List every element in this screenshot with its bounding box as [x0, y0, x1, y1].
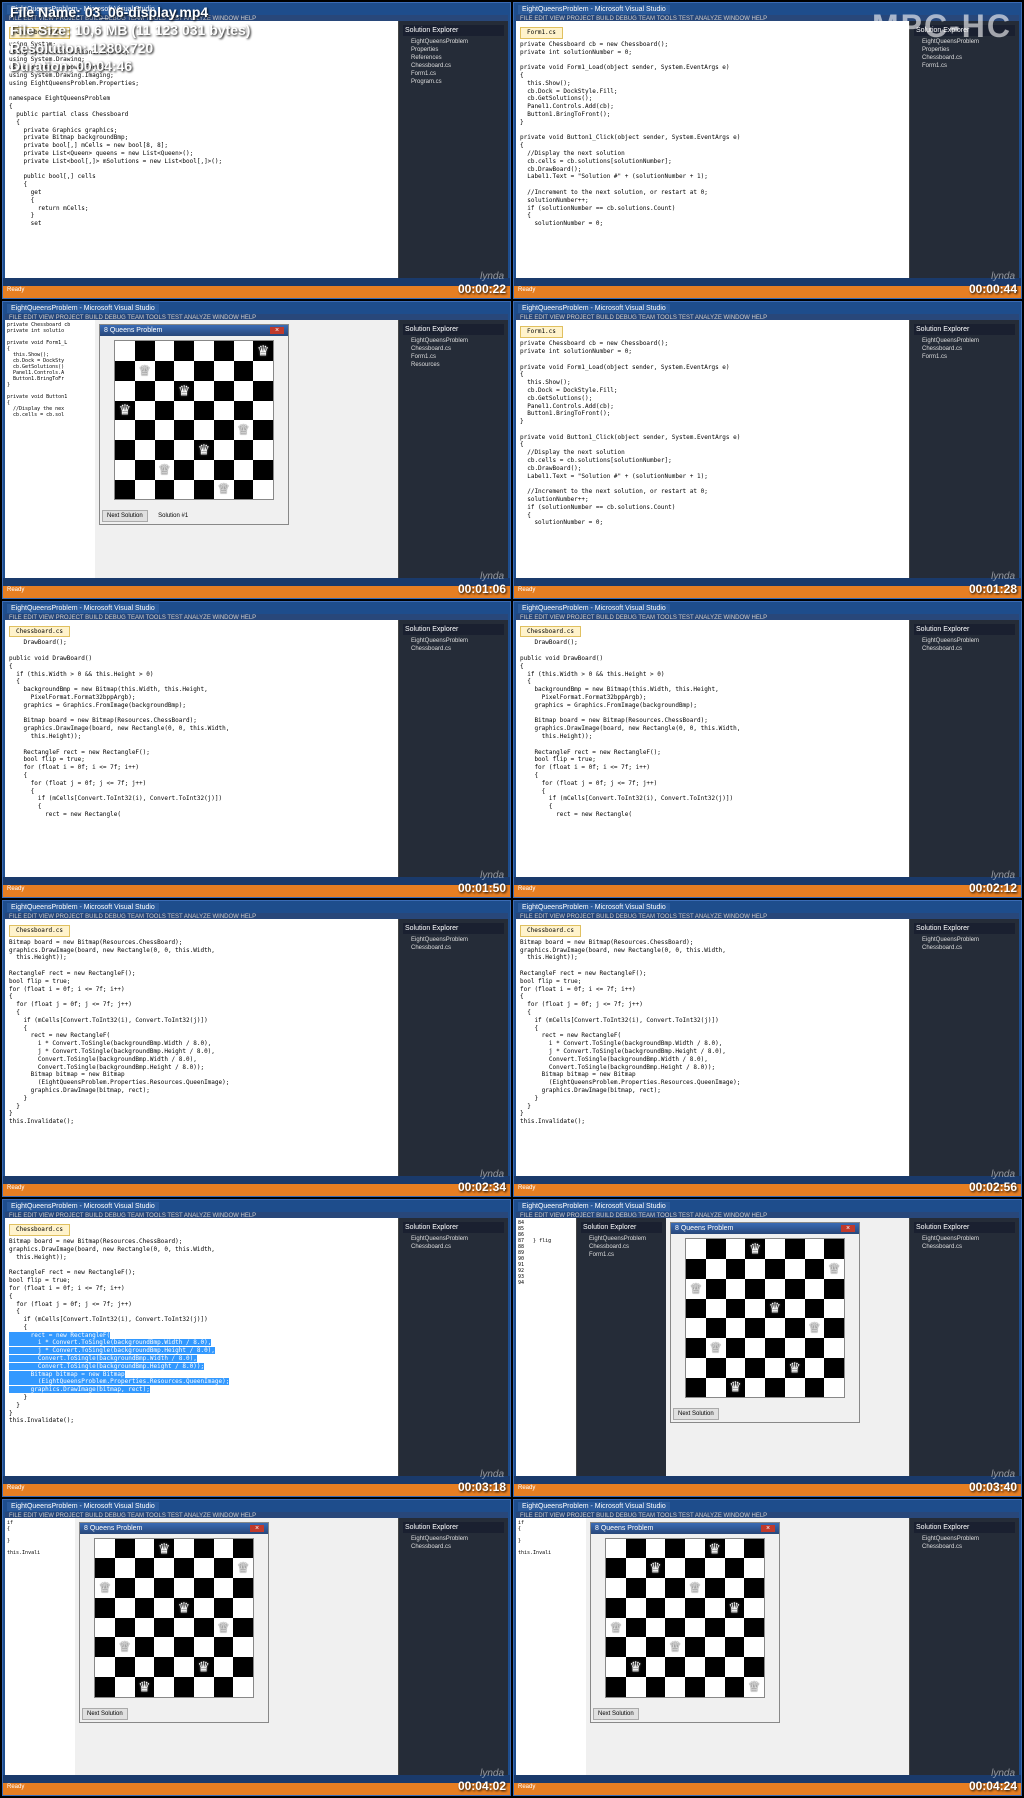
thumbnail-8: EightQueensProblem - Microsoft Visual St… [513, 900, 1022, 1197]
close-icon[interactable]: × [250, 1525, 264, 1532]
form-designer[interactable]: 8 Queens Problem× Next Solution Solution… [99, 324, 289, 525]
thumbnail-11: EightQueensProblem - Microsoft Visual St… [2, 1499, 511, 1796]
close-icon[interactable]: × [761, 1525, 775, 1532]
chessboard [114, 340, 274, 500]
thumbnail-12: EightQueensProblem - Microsoft Visual St… [513, 1499, 1022, 1796]
solution-explorer[interactable]: Solution Explorer EightQueensProblem Pro… [398, 21, 508, 284]
thumbnail-7: EightQueensProblem - Microsoft Visual St… [2, 900, 511, 1197]
form-runtime[interactable]: 8 Queens Problem× Next Solution [670, 1222, 860, 1423]
form-runtime[interactable]: 8 Queens Problem× Next Solution [590, 1522, 780, 1723]
next-solution-button[interactable]: Next Solution [102, 510, 148, 522]
chessboard [685, 1238, 845, 1398]
next-solution-button[interactable]: Next Solution [593, 1708, 639, 1720]
chessboard [94, 1538, 254, 1698]
thumbnail-2: EightQueensProblem - Microsoft Visual St… [513, 2, 1022, 299]
player-logo: MPC-HC [872, 8, 1012, 45]
thumbnail-5: EightQueensProblem - Microsoft Visual St… [2, 601, 511, 898]
thumbnail-4: EightQueensProblem - Microsoft Visual St… [513, 301, 1022, 598]
file-info-overlay: File Name: 03_06-display.mp4 File Size: … [10, 4, 250, 76]
watermark: lynda [480, 271, 504, 282]
next-solution-button[interactable]: Next Solution [82, 1708, 128, 1720]
next-solution-button[interactable]: Next Solution [673, 1408, 719, 1420]
form-runtime[interactable]: 8 Queens Problem× Next Solution [79, 1522, 269, 1723]
thumbnail-6: EightQueensProblem - Microsoft Visual St… [513, 601, 1022, 898]
thumbnail-grid: EightQueensProblem - Microsoft Visual St… [0, 0, 1024, 1798]
status-bar: Ready [3, 286, 510, 298]
close-icon[interactable]: × [841, 1225, 855, 1232]
code-left[interactable]: private Chessboard cb private int soluti… [5, 320, 95, 583]
code-editor[interactable]: Form1.cs private Chessboard cb = new Che… [516, 21, 909, 284]
chessboard [605, 1538, 765, 1698]
thumbnail-3: EightQueensProblem - Microsoft Visual St… [2, 301, 511, 598]
thumbnail-10: EightQueensProblem - Microsoft Visual St… [513, 1199, 1022, 1496]
thumbnail-9: EightQueensProblem - Microsoft Visual St… [2, 1199, 511, 1496]
timestamp: 00:00:22 [458, 282, 506, 296]
close-icon[interactable]: × [270, 327, 284, 334]
